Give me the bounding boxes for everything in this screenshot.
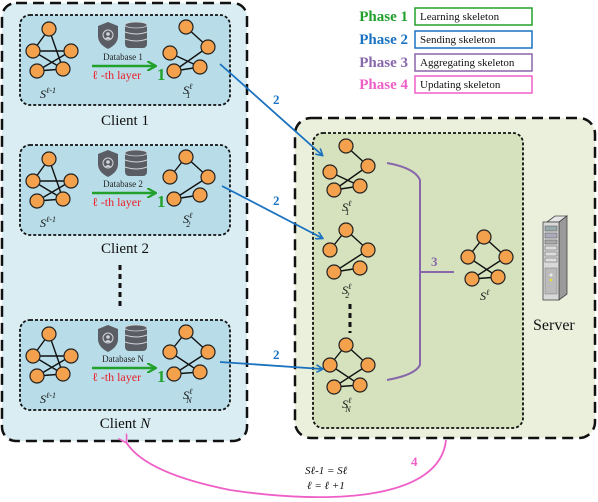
graph-node [192,59,208,75]
client-2-layer-label: ℓ -th layer [92,195,141,209]
graph-node [55,61,71,77]
graph-node [326,264,342,280]
graph-node [55,366,71,382]
graph-node [63,348,79,364]
legend-phase-4-label: Phase 4 [359,77,408,93]
legend-item-phase-2: Phase 2 Sending skeleton [359,30,533,49]
graph-node [25,348,41,364]
client-1-layer-label: ℓ -th layer [92,68,141,82]
graph-node [55,191,71,207]
legend-phase-3-label: Phase 3 [359,55,408,71]
graph-node [41,326,57,342]
graph-node [322,242,338,258]
graph-node [326,182,342,198]
client-1-step-1: 1 [157,65,166,84]
graph-node [162,169,178,185]
legend-item-phase-3: Phase 3 Aggregating skeleton [359,53,533,72]
send-step-1: 2 [273,92,280,107]
graph-node [352,178,368,194]
graph-node [322,164,338,180]
graph-node [322,357,338,373]
graph-node [178,19,194,35]
client-n-name: Client N [100,416,151,432]
client-n-name-prefix: Client [100,416,140,432]
legend-phase-1-label: Phase 1 [359,9,408,25]
graph-node [166,63,182,79]
graph-node [166,191,182,207]
graph-node [360,242,376,258]
graph-node [63,43,79,59]
graph-node [192,187,208,203]
graph-node [360,357,376,373]
update-equation-1: Sℓ-1 = Sℓ [305,465,348,477]
client-2-name: Client 2 [101,241,149,257]
server-label: Server [533,317,575,334]
client-n-database-label: Database N [102,354,144,364]
graph-node [352,260,368,276]
client-2-database-label: Database 2 [103,179,143,189]
client-1-database-icon [124,21,148,48]
client-n-step-1: 1 [157,367,166,386]
graph-node [338,138,354,154]
client-1-name: Client 1 [101,113,149,129]
graph-node [464,271,480,287]
graph-node [200,169,216,185]
graph-node [25,173,41,189]
federated-skeleton-diagram: Phase 1 Learning skeleton Phase 2 Sendin… [0,1,597,499]
graph-node [338,222,354,238]
aggregate-step: 3 [431,254,438,269]
graph-node [352,377,368,393]
graph-node [29,193,45,209]
client-1-database-label: Database 1 [103,52,143,62]
legend-phase-3-text: Aggregating skeleton [420,57,515,69]
graph-node [41,21,57,37]
client-n-layer-label: ℓ -th layer [92,370,141,384]
graph-node [166,366,182,382]
client-2-step-1: 1 [157,192,166,211]
legend: Phase 1 Learning skeleton Phase 2 Sendin… [359,7,533,94]
legend-item-phase-1: Phase 1 Learning skeleton [359,7,533,26]
client-n-database-icon [124,324,148,351]
graph-node [29,368,45,384]
graph-node [29,63,45,79]
graph-node [476,229,492,245]
legend-phase-2-text: Sending skeleton [420,34,496,46]
legend-phase-1-text: Learning skeleton [420,11,500,23]
graph-node [25,43,41,59]
graph-node [360,158,376,174]
server-icon [542,215,569,301]
legend-item-phase-4: Phase 4 Updating skeleton [359,75,533,94]
graph-node [63,173,79,189]
graph-node [178,149,194,165]
graph-node [178,324,194,340]
send-step-n: 2 [273,347,280,362]
client-2-database-icon [124,149,148,176]
graph-node [192,364,208,380]
client-n-name-italic: N [139,416,151,432]
send-step-2: 2 [273,193,280,208]
update-step: 4 [411,454,418,469]
graph-node [498,249,514,265]
graph-node [200,344,216,360]
graph-node [490,269,506,285]
legend-phase-4-text: Updating skeleton [420,79,501,91]
graph-node [338,337,354,353]
legend-phase-2-label: Phase 2 [359,32,408,48]
graph-node [162,45,178,61]
graph-node [41,151,57,167]
update-arrow [126,440,447,499]
graph-node [200,39,216,55]
graph-node [326,379,342,395]
graph-node [162,344,178,360]
graph-node [460,249,476,265]
update-equation-2: ℓ = ℓ +1 [307,480,345,492]
